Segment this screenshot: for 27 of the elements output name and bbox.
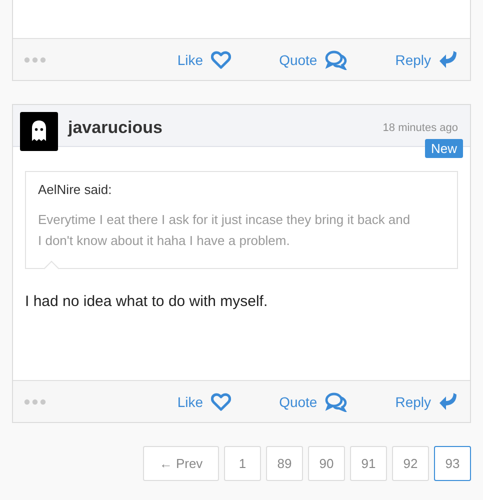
like-button[interactable]: Like bbox=[177, 50, 232, 70]
heart-icon bbox=[211, 50, 232, 68]
page-button[interactable]: 90 bbox=[308, 446, 345, 481]
quote-author: AelNire said: bbox=[38, 182, 113, 197]
reply-button[interactable]: Reply bbox=[395, 392, 457, 412]
quote-button[interactable]: Quote bbox=[279, 50, 348, 70]
like-button[interactable]: Like bbox=[177, 392, 232, 412]
reply-button[interactable]: Reply bbox=[395, 50, 457, 70]
author-name[interactable]: javarucious bbox=[68, 118, 162, 138]
quote-text: Everytime I eat there I ask for it just incase they bring it back and I don't know about it haha I have a problem. bbox=[38, 211, 412, 250]
more-options-icon bbox=[24, 56, 46, 62]
page-button[interactable]: 91 bbox=[350, 446, 387, 481]
speech-bubbles-icon bbox=[325, 50, 348, 70]
page-button[interactable]: 1 bbox=[224, 446, 261, 481]
page-button[interactable]: 93 bbox=[434, 446, 471, 481]
more-options-icon bbox=[24, 398, 46, 404]
heart-icon bbox=[211, 392, 232, 410]
speech-bubbles-icon bbox=[325, 392, 348, 412]
quote-button[interactable]: Quote bbox=[279, 392, 348, 412]
prev-page-button[interactable]: ← Prev bbox=[143, 446, 219, 481]
page-button[interactable]: 89 bbox=[266, 446, 303, 481]
post-time: 18 minutes ago bbox=[382, 122, 458, 134]
post-message: I had no idea what to do with myself. bbox=[25, 293, 269, 310]
reply-arrow-icon bbox=[439, 50, 457, 70]
reply-arrow-icon bbox=[439, 392, 457, 412]
new-badge: New bbox=[424, 139, 463, 158]
page-button[interactable]: 92 bbox=[392, 446, 429, 481]
